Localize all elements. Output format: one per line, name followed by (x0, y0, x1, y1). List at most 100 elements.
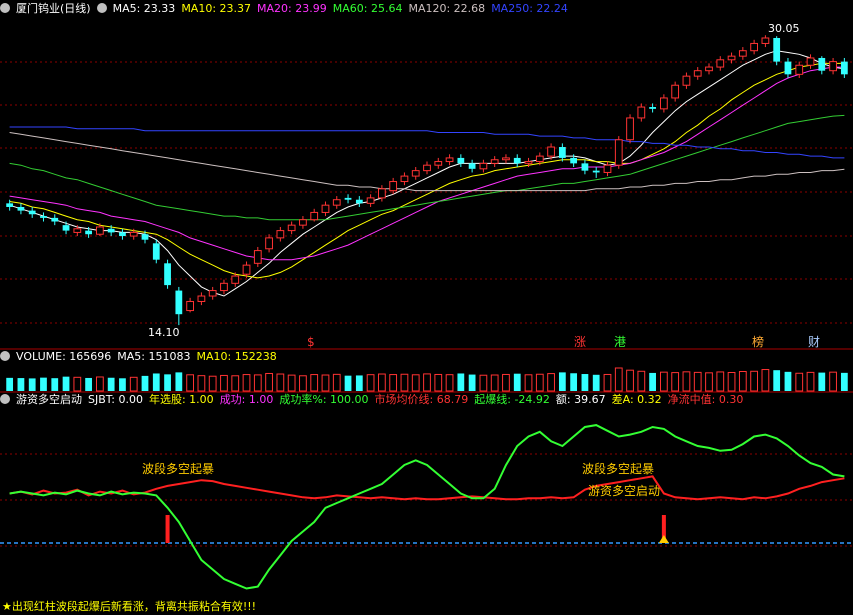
volume-readout: VOLUME: 165696 (16, 350, 112, 363)
candle-body-up (389, 181, 398, 192)
candle-body-down (649, 107, 656, 109)
volume-bar-down (6, 377, 14, 391)
candle-body-up (423, 164, 431, 172)
volume-bar-up (445, 374, 454, 392)
volume-ma10-readout: MA10: 152238 (196, 350, 277, 363)
candle-body-up (603, 164, 612, 173)
volume-bar-up (659, 371, 668, 392)
volume-bar-up (310, 374, 319, 392)
volume-bar-up (829, 371, 837, 392)
candle-body-down (17, 206, 25, 211)
chart-title: 厦门钨业(日线) (16, 2, 91, 15)
volume-bar-up (423, 373, 431, 392)
volume-bar-up (400, 373, 409, 392)
candle-body-up (761, 37, 770, 44)
indicator-line-1 (9, 424, 845, 590)
volume-bar-down (51, 378, 59, 391)
volume-bar-up (276, 373, 285, 392)
volume-bar-down (649, 372, 656, 391)
candle-body-down (28, 210, 36, 215)
candle-body-down (164, 263, 171, 286)
candle-body-up (659, 97, 668, 110)
indicator-line-0 (9, 475, 845, 501)
candle-body-down (119, 232, 126, 237)
collapse-toggle-icon[interactable] (0, 3, 10, 13)
volume-bar-down (558, 372, 566, 391)
footer-note: ★出现红柱波段起爆后新看涨，背离共振粘合有效!!! (2, 600, 257, 613)
marker-gang[interactable]: 港 (614, 335, 626, 349)
volume-bar-down (107, 377, 115, 391)
candle-body-up (705, 66, 713, 72)
candle-body-up (727, 55, 736, 61)
candle-body-up (806, 57, 815, 66)
volume-bar-up (750, 370, 759, 392)
chenggonglv-readout: 成功率%: 100.00 (279, 393, 369, 406)
volume-bar-down (840, 372, 848, 391)
volume-bar-up (242, 374, 251, 392)
marker-dollar[interactable]: $ (307, 335, 315, 349)
candle-body-up (445, 157, 454, 163)
candle-body-down (592, 170, 600, 173)
volume-bar-up (626, 369, 634, 392)
candle-body-down (175, 290, 183, 315)
candle-body-down (570, 157, 578, 164)
marker-zhang[interactable]: 涨 (574, 334, 586, 349)
candle-body-up (524, 161, 533, 164)
candle-body-down (558, 147, 566, 158)
ma120-readout: MA120: 22.68 (408, 2, 486, 15)
volume-bar-up (377, 373, 386, 392)
volume-bar-up (366, 374, 375, 392)
volume-bar-up (502, 373, 510, 392)
volume-header: VOLUME: 165696 MA5: 151083 MA10: 152238 (0, 350, 853, 364)
candle-body-up (614, 139, 623, 166)
candle-body-up (682, 75, 691, 86)
price-header: 厦门钨业(日线) MA5: 23.33 MA10: 23.37 MA20: 23.99… (0, 2, 853, 16)
volume-bar-down (784, 371, 792, 391)
candle-body-up (693, 70, 702, 77)
volume-bar-up (129, 376, 138, 392)
candle-body-down (818, 57, 826, 71)
volume-bar-up (671, 372, 680, 392)
candle-body-down (840, 61, 848, 75)
volume-bar-down (818, 372, 826, 391)
candle-body-up (738, 50, 747, 57)
candle-body-up (377, 188, 386, 199)
volume-bar-down (119, 378, 126, 391)
candle-body-down (513, 157, 521, 164)
volume-bar-up (727, 371, 736, 392)
volume-bar-up (321, 374, 330, 392)
candle-body-up (299, 219, 307, 226)
ma5-readout: MA5: 23.33 (112, 2, 176, 15)
candle-body-up (253, 250, 262, 264)
candle-body-up (434, 161, 443, 166)
volume-toggle-icon[interactable] (0, 351, 10, 361)
marker-bang[interactable]: 榜 (752, 334, 764, 349)
ma-line-ma120 (9, 132, 845, 192)
volume-bar-up (186, 374, 195, 392)
indicator-toggle-icon[interactable] (0, 394, 10, 404)
sjbt-readout: SJBT: 0.00 (88, 393, 143, 406)
volume-bar-down (175, 372, 183, 391)
indicator-name: 游资多空启动 (16, 393, 82, 406)
volume-bar-up (806, 371, 815, 392)
volume-bar-up (95, 376, 104, 392)
chart-canvas[interactable]: 30.05 14.10 $ 涨 港 榜 财 波段多空起暴 波段多空起暴 游资多空… (0, 0, 853, 615)
volume-bar-up (682, 371, 691, 392)
volume-bar-up (287, 374, 296, 392)
candle-body-up (547, 146, 555, 157)
candle-body-up (502, 157, 510, 161)
volume-bar-up (637, 370, 646, 392)
candle-body-up (795, 64, 804, 75)
candle-body-up (479, 162, 488, 170)
candle-body-up (231, 275, 240, 284)
marker-cai[interactable]: 财 (808, 335, 820, 349)
volume-bar-up (479, 374, 488, 392)
settings-toggle-icon[interactable] (96, 3, 107, 13)
volume-bar-down (468, 374, 476, 391)
candle-body-up (208, 290, 217, 297)
volume-bar-down (773, 370, 781, 391)
volume-bar-up (705, 372, 713, 392)
volume-bar-down (344, 375, 352, 391)
candle-body-down (40, 216, 47, 218)
candle-body-down (773, 37, 781, 62)
